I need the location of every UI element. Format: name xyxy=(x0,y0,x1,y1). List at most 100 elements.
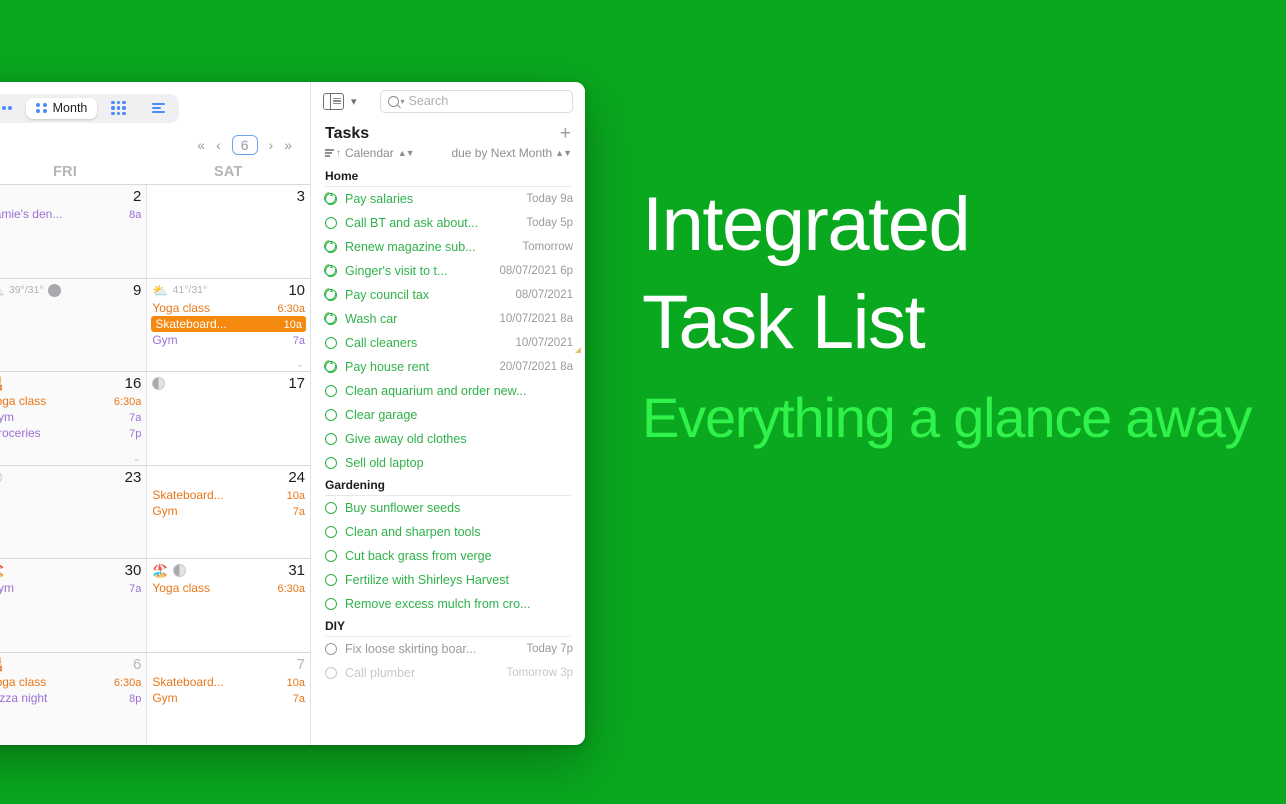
task-checkbox-icon[interactable] xyxy=(325,217,337,229)
task-row[interactable]: Call cleaners10/07/2021 xyxy=(311,331,585,355)
resize-handle[interactable] xyxy=(575,347,581,353)
task-checkbox-icon[interactable] xyxy=(325,598,337,610)
calendar-day-cell[interactable]: 🏖️31Yoga class6:30a xyxy=(147,559,310,652)
recurring-task-icon[interactable] xyxy=(325,361,337,373)
view-segmented-control[interactable]: Month xyxy=(0,94,179,123)
calendar-event[interactable]: Gym7a xyxy=(152,503,305,519)
task-row[interactable]: Ginger's visit to t...08/07/2021 6p xyxy=(311,259,585,283)
task-row[interactable]: Sell old laptop xyxy=(311,451,585,475)
task-checkbox-icon[interactable] xyxy=(325,385,337,397)
recurring-task-icon[interactable] xyxy=(325,313,337,325)
task-row[interactable]: Fix loose skirting boar...Today 7p xyxy=(311,637,585,661)
task-checkbox-icon[interactable] xyxy=(325,643,337,655)
task-due-date: Today 9a xyxy=(526,193,573,205)
add-task-button[interactable]: + xyxy=(560,124,571,143)
task-row[interactable]: Pay salariesToday 9a xyxy=(311,187,585,211)
event-title: Gym xyxy=(152,332,288,348)
task-checkbox-icon[interactable] xyxy=(325,457,337,469)
recurring-task-icon[interactable] xyxy=(325,265,337,277)
view-list-button[interactable] xyxy=(140,98,177,119)
calendar-day-cell[interactable]: ⛅41°/31°10Yoga class6:30aSkateboard...10… xyxy=(147,279,310,372)
sort-control[interactable]: ↑ Calendar ▲▼ xyxy=(325,146,451,160)
calendar-day-cell[interactable]: 24Skateboard...10aGym7a xyxy=(147,466,310,559)
task-row[interactable]: Give away old clothes xyxy=(311,427,585,451)
task-checkbox-icon[interactable] xyxy=(325,550,337,562)
task-row[interactable]: Renew magazine sub...Tomorrow xyxy=(311,235,585,259)
calendar-event[interactable]: Gym7a xyxy=(152,332,305,348)
calendar-week: 38°/30°8n7ainger's v...6pay council t...… xyxy=(0,279,310,373)
task-row[interactable]: Pay council tax08/07/2021 xyxy=(311,283,585,307)
day-number: 17 xyxy=(288,375,305,392)
timezone-block[interactable]: Eastern Daylight Time▾ Toronto · GMT -4 xyxy=(0,132,197,160)
view-year-button[interactable] xyxy=(99,98,138,119)
task-row[interactable]: Wash car10/07/2021 8a xyxy=(311,307,585,331)
task-row[interactable]: Cut back grass from verge xyxy=(311,544,585,568)
nav-next-button[interactable]: › xyxy=(269,137,274,153)
task-row[interactable]: Pay house rent20/07/2021 8a xyxy=(311,355,585,379)
calendar-event[interactable]: Yoga class6:30a xyxy=(152,300,305,316)
timezone-detail: Toronto · GMT -4 xyxy=(0,148,197,160)
chevron-down-icon[interactable]: ▾ xyxy=(351,95,357,108)
calendar-event[interactable]: Skateboard...10a xyxy=(152,674,305,690)
dow-sat: SAT xyxy=(147,164,310,180)
calendar-day-cell[interactable]: 23 xyxy=(0,466,147,559)
more-events-chevron-icon[interactable]: ⌄ xyxy=(133,453,141,464)
calendar-day-cell[interactable]: 🍕16Yoga class6:30aGym7aGroceries7p⌄ xyxy=(0,372,147,465)
task-row[interactable]: Call plumber Tomorrow 3p xyxy=(311,661,585,685)
calendar-day-cell[interactable]: 7Skateboard...10aGym7a xyxy=(147,653,310,746)
calendar-day-cell[interactable]: 17 xyxy=(147,372,310,465)
calendar-day-cell[interactable]: ⛅39°/31°9 xyxy=(0,279,147,372)
nav-last-button[interactable]: » xyxy=(284,137,292,153)
view-week-button[interactable] xyxy=(0,98,24,119)
task-row[interactable]: Fertilize with Shirleys Harvest xyxy=(311,568,585,592)
task-checkbox-icon[interactable] xyxy=(325,337,337,349)
calendar-navigation[interactable]: « ‹ 6 › » xyxy=(197,132,296,155)
calendar-event[interactable]: Yoga class6:30a xyxy=(0,393,141,409)
task-checkbox-icon[interactable] xyxy=(325,409,337,421)
task-row[interactable]: Remove excess mulch from cro... xyxy=(311,592,585,616)
moon-phase-icon xyxy=(0,471,2,484)
calendar-day-cell[interactable]: 🍕6Yoga class6:30aPizza night8p xyxy=(0,653,147,746)
task-row[interactable]: Clean aquarium and order new... xyxy=(311,379,585,403)
calendar-day-cell[interactable]: 2Jamie's den...8a xyxy=(0,185,147,278)
calendar-event[interactable]: Gym7a xyxy=(152,690,305,706)
recurring-task-icon[interactable] xyxy=(325,241,337,253)
calendar-event[interactable]: Groceries7p xyxy=(0,425,141,441)
calendar-day-cell[interactable]: 3 xyxy=(147,185,310,278)
more-events-chevron-icon[interactable]: ⌄ xyxy=(296,359,304,370)
view-month-button[interactable]: Month xyxy=(26,98,97,119)
search-input[interactable]: ▾ Search xyxy=(380,90,573,113)
calendar-event[interactable]: Skateboard...10a xyxy=(152,487,305,503)
task-due-date: 08/07/2021 6p xyxy=(499,265,573,277)
calendar-event[interactable]: Skateboard...10a xyxy=(151,316,306,332)
recurring-task-icon[interactable] xyxy=(325,193,337,205)
task-checkbox-icon[interactable] xyxy=(325,667,337,679)
calendar-day-cell[interactable]: 🏖️30Gym7a xyxy=(0,559,147,652)
task-section-title: DIY xyxy=(311,616,585,636)
task-checkbox-icon[interactable] xyxy=(325,502,337,514)
calendar-event[interactable]: Gym7a xyxy=(0,409,141,425)
sidebar-toggle-icon[interactable] xyxy=(323,93,344,110)
calendar-event[interactable]: Jamie's den...8a xyxy=(0,206,141,222)
calendar-event[interactable]: Yoga class6:30a xyxy=(0,674,141,690)
task-row[interactable]: Call BT and ask about...Today 5p xyxy=(311,211,585,235)
task-row[interactable]: Clean and sharpen tools xyxy=(311,520,585,544)
task-due-date: Tomorrow 3p xyxy=(507,667,573,679)
task-checkbox-icon[interactable] xyxy=(325,574,337,586)
task-row[interactable]: Clear garage xyxy=(311,403,585,427)
task-title: Call plumber xyxy=(345,666,499,680)
task-title: Remove excess mulch from cro... xyxy=(345,597,573,611)
tasks-list[interactable]: HomePay salariesToday 9aCall BT and ask … xyxy=(311,166,585,745)
today-button[interactable]: 6 xyxy=(232,135,258,155)
task-checkbox-icon[interactable] xyxy=(325,526,337,538)
calendar-event[interactable]: Gym7a xyxy=(0,580,141,596)
task-row[interactable]: Buy sunflower seeds xyxy=(311,496,585,520)
recurring-task-icon[interactable] xyxy=(325,289,337,301)
calendar-event[interactable]: Pizza night8p xyxy=(0,690,141,706)
chevron-down-icon: ▾ xyxy=(401,97,405,106)
nav-prev-button[interactable]: ‹ xyxy=(216,137,221,153)
filter-control[interactable]: due by Next Month ▲▼ xyxy=(451,146,571,160)
calendar-event[interactable]: Yoga class6:30a xyxy=(152,580,305,596)
task-checkbox-icon[interactable] xyxy=(325,433,337,445)
nav-first-button[interactable]: « xyxy=(197,137,205,153)
